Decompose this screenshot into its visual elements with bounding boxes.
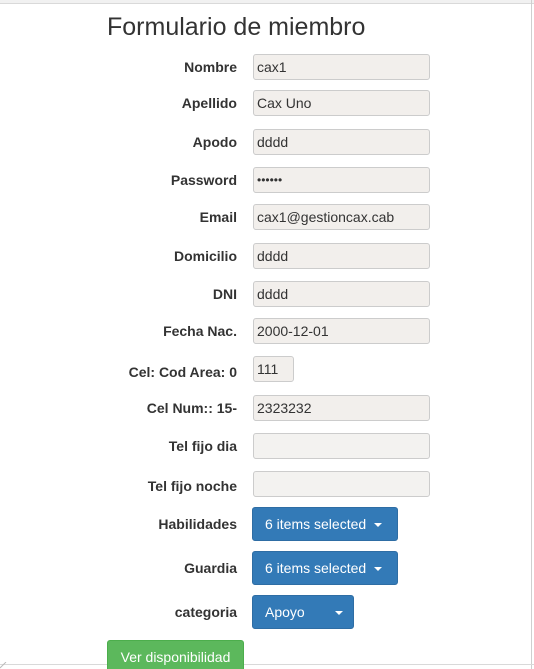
guardia-dropdown[interactable]: 6 items selected <box>252 551 398 585</box>
row-domicilio: Domicilio dddd <box>0 243 534 269</box>
label-dni: DNI <box>212 286 237 302</box>
caret-down-icon <box>374 567 383 572</box>
label-guardia: Guardia <box>184 560 237 576</box>
label-tel-dia: Tel fijo dia <box>168 438 237 454</box>
row-habilidades: Habilidades 6 items selected <box>0 507 534 541</box>
tel-noche-input[interactable] <box>253 471 430 497</box>
row-tel-dia: Tel fijo dia <box>0 433 534 459</box>
label-fecha-nac: Fecha Nac. <box>163 323 237 339</box>
label-habilidades: Habilidades <box>158 516 237 532</box>
row-email: Email cax1@gestioncax.cab <box>0 204 534 230</box>
domicilio-input[interactable]: dddd <box>253 243 430 269</box>
habilidades-dropdown-label: 6 items selected <box>265 516 367 532</box>
member-form-page: Formulario de miembro Nombre cax1 Apelli… <box>0 0 534 669</box>
habilidades-dropdown[interactable]: 6 items selected <box>252 507 398 541</box>
label-email: Email <box>199 209 237 225</box>
row-guardia: Guardia 6 items selected <box>0 551 534 585</box>
row-nombre: Nombre cax1 <box>0 54 534 80</box>
page-title: Formulario de miembro <box>107 13 366 41</box>
label-nombre: Nombre <box>184 59 237 75</box>
row-fecha-nac: Fecha Nac. 2000-12-01 <box>0 318 534 344</box>
label-apellido: Apellido <box>181 95 237 111</box>
row-categoria: categoria Apoyo <box>0 595 534 629</box>
categoria-dropdown[interactable]: Apoyo <box>252 595 354 629</box>
apellido-input[interactable]: Cax Uno <box>253 90 430 116</box>
dni-input[interactable]: dddd <box>253 281 430 307</box>
row-dni: DNI dddd <box>0 281 534 307</box>
cod-area-input[interactable]: 111 <box>253 356 294 382</box>
label-password: Password <box>170 172 237 188</box>
categoria-dropdown-label: Apoyo <box>265 604 305 620</box>
guardia-dropdown-label: 6 items selected <box>265 560 367 576</box>
fecha-nac-input[interactable]: 2000-12-01 <box>253 318 430 344</box>
row-cel-num: Cel Num:: 15- 2323232 <box>0 395 534 421</box>
label-cod-area: Cel: Cod Area: 0 <box>128 364 237 380</box>
label-cel-num: Cel Num:: 15- <box>146 400 237 416</box>
row-cod-area: Cel: Cod Area: 0 111 <box>0 356 534 382</box>
caret-down-icon <box>335 611 343 616</box>
apodo-input[interactable]: dddd <box>253 129 430 155</box>
label-tel-noche: Tel fijo noche <box>147 478 237 494</box>
label-domicilio: Domicilio <box>173 248 237 264</box>
row-apellido: Apellido Cax Uno <box>0 90 534 116</box>
label-categoria: categoria <box>174 604 237 620</box>
cel-num-input[interactable]: 2323232 <box>253 395 430 421</box>
email-input[interactable]: cax1@gestioncax.cab <box>253 204 430 230</box>
resize-grip-icon <box>0 662 7 669</box>
label-apodo: Apodo <box>192 134 237 150</box>
row-apodo: Apodo dddd <box>0 129 534 155</box>
row-password: Password •••••• <box>0 167 534 193</box>
row-tel-noche: Tel fijo noche <box>0 471 534 497</box>
tel-dia-input[interactable] <box>253 433 430 459</box>
caret-down-icon <box>374 523 383 528</box>
nombre-input[interactable]: cax1 <box>253 54 430 80</box>
window-top-edge <box>0 0 534 4</box>
window-bottom-edge <box>0 664 534 665</box>
ver-disponibilidad-button[interactable]: Ver disponibilidad <box>107 640 244 669</box>
password-input[interactable]: •••••• <box>253 167 430 193</box>
